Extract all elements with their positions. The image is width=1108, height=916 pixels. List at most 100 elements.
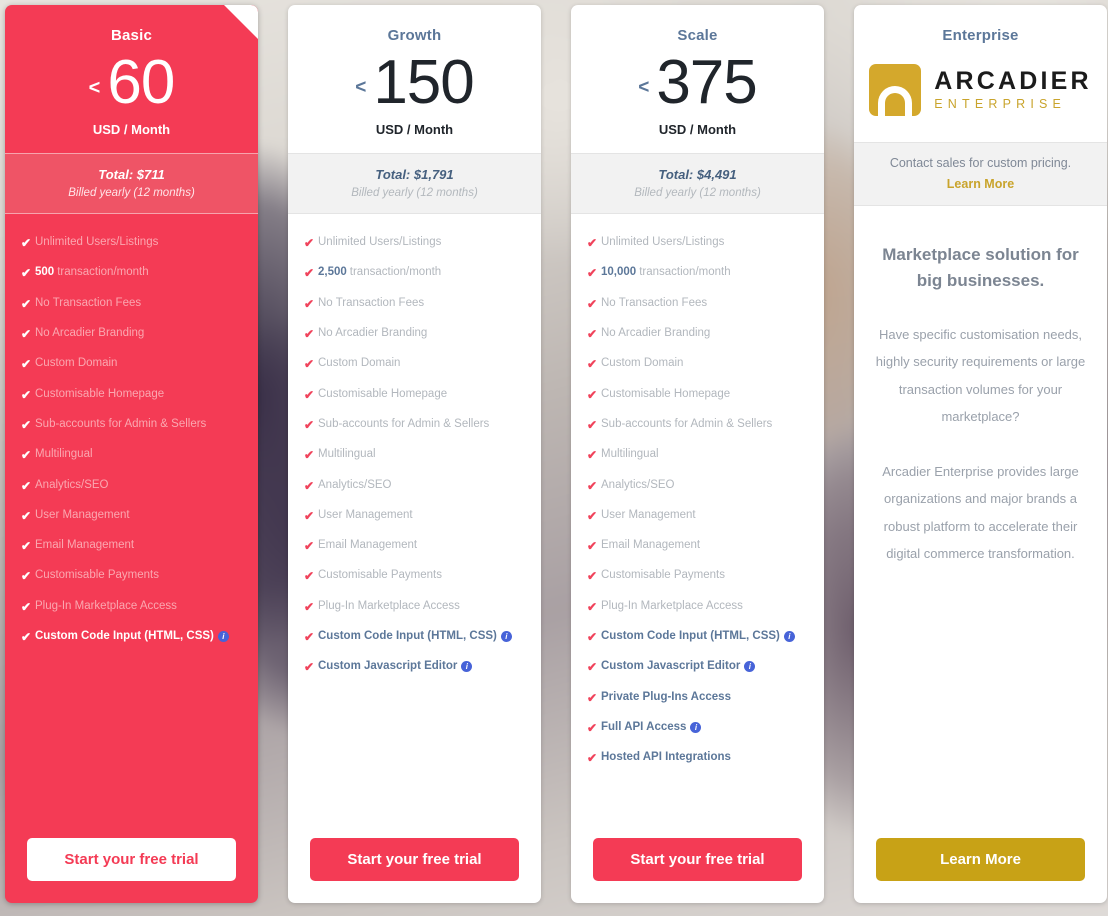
feature-label: Multilingual [35,448,93,461]
feature-label: Unlimited Users/Listings [601,236,725,248]
check-icon: ✔ [304,508,315,523]
feature-label: No Transaction Fees [601,296,708,309]
check-icon: ✔ [304,357,315,372]
feature-label: Custom Javascript Editor [601,660,741,673]
check-icon: ✔ [304,417,315,432]
feature-item: ✔ Email Management [304,539,541,552]
price-unit: USD / Month [375,122,454,137]
feature-item: ✔ Email Management [21,539,258,552]
feature-label: Customisable Payments [318,569,442,582]
start-free-trial-button[interactable]: Start your free trial [27,838,236,881]
info-icon[interactable]: i [690,722,702,733]
check-icon: ✔ [21,569,32,584]
check-icon: ✔ [587,296,598,311]
check-icon: ✔ [587,417,598,432]
info-icon[interactable]: i [783,631,795,643]
feature-label: Unlimited Users/Listings [35,236,159,248]
start-free-trial-button[interactable]: Start your free trial [593,838,802,881]
price-amount: 60 [107,48,175,117]
logo-wordmark: ARCADIER ENTERPRISE [934,68,1092,111]
feature-item: ✔ No Transaction Fees [304,297,541,310]
check-icon: ✔ [587,387,598,402]
card-footer: Learn More [854,838,1107,903]
feature-item: ✔ Unlimited Users/Listings [304,236,541,249]
feature-item: ✔ Custom Code Input (HTML, CSS) i [21,630,258,643]
info-icon[interactable]: i [744,661,756,673]
feature-item: ✔ Custom Javascript Editor i [304,660,541,673]
feature-label: Custom Domain [35,357,118,370]
feature-label: Unlimited Users/Listings [318,236,442,248]
check-icon: ✔ [304,326,315,341]
pricing-card-enterprise[interactable]: Enterprise ARCADIER ENTERPRISE Contact s… [854,5,1107,903]
pricing-card-growth[interactable]: Growth < 150 USD / Month Total: $1,791 B… [288,5,541,903]
pricing-plan-cards: Basic < 60 USD / Month Total: $711 Bille… [0,0,1108,916]
billing-note: Billed yearly (12 months) [68,187,195,199]
feature-label: Custom Javascript Editor [318,660,458,673]
feature-item: ✔ Customisable Payments [21,569,258,582]
feature-label: Custom Code Input (HTML, CSS) [318,630,497,643]
feature-label: No Transaction Fees [318,296,425,309]
plan-header: Scale < 375 USD / Month [571,5,824,153]
feature-item: ✔ Hosted API Integrations [587,751,824,764]
feature-item: ✔ Plug-In Marketplace Access [21,600,258,613]
feature-label: User Management [318,508,413,521]
feature-label: Analytics/SEO [601,478,675,491]
selected-corner-icon [224,5,258,39]
feature-label: Full API Access [601,721,687,733]
feature-label: No Arcadier Branding [601,326,711,339]
plan-header: Enterprise ARCADIER ENTERPRISE [854,5,1107,142]
feature-quota: 500 [35,266,55,279]
feature-list: ✔ Unlimited Users/Listings ✔ 500 transaction… [5,214,258,838]
info-icon[interactable]: i [461,661,473,673]
less-than-symbol: < [88,76,101,99]
check-icon: ✔ [21,296,32,311]
feature-label: Multilingual [601,448,659,461]
check-icon: ✔ [21,508,32,523]
feature-item: ✔ Custom Domain [21,357,258,370]
feature-label: Sub-accounts for Admin & Sellers [35,417,207,430]
check-icon: ✔ [304,599,315,614]
feature-item: ✔ 2,500 transaction/month [304,266,541,279]
feature-label: Customisable Homepage [601,387,731,400]
check-icon: ✔ [304,539,315,554]
check-icon: ✔ [587,448,598,463]
feature-item: ✔ Multilingual [587,448,824,461]
price-row: < 60 [17,50,246,116]
check-icon: ✔ [587,660,598,675]
feature-item: ✔ No Arcadier Branding [587,327,824,340]
check-icon: ✔ [21,417,32,432]
feature-item: ✔ Customisable Homepage [304,388,541,401]
plan-title: Growth [387,27,442,44]
feature-item: ✔ Analytics/SEO [21,479,258,492]
info-icon[interactable]: i [217,631,229,643]
feature-label: Custom Code Input (HTML, CSS) [601,630,780,643]
feature-item: ✔ No Transaction Fees [21,297,258,310]
check-icon: ✔ [21,478,32,493]
plan-header: Basic < 60 USD / Month [5,5,258,153]
feature-label: No Arcadier Branding [35,326,145,339]
info-icon[interactable]: i [500,631,512,643]
check-icon: ✔ [21,599,32,614]
feature-item: ✔ No Arcadier Branding [304,327,541,340]
feature-item: ✔ Multilingual [21,448,258,461]
learn-more-button[interactable]: Learn More [876,838,1085,881]
feature-label: Customisable Payments [35,569,159,582]
pricing-card-basic[interactable]: Basic < 60 USD / Month Total: $711 Bille… [5,5,258,903]
learn-more-link[interactable]: Learn More [864,177,1097,191]
feature-label: Hosted API Integrations [601,751,731,764]
feature-item: ✔ 500 transaction/month [21,266,258,279]
check-icon: ✔ [304,478,315,493]
pricing-card-scale[interactable]: Scale < 375 USD / Month Total: $4,491 Bi… [571,5,824,903]
enterprise-heading: Marketplace solution for big businesses. [882,245,1079,290]
contact-strip: Contact sales for custom pricing. Learn … [854,142,1107,206]
enterprise-paragraph-1: Have specific customisation needs, highl… [875,327,1086,424]
feature-item: ✔ Customisable Payments [304,569,541,582]
check-icon: ✔ [21,326,32,341]
feature-list: ✔ Unlimited Users/Listings ✔ 10,000 transact… [571,214,824,838]
check-icon: ✔ [21,630,32,645]
total-strip: Total: $1,791 Billed yearly (12 months) [288,153,541,214]
feature-item: ✔ Customisable Homepage [587,388,824,401]
logo-primary-word: ARCADIER [934,67,1092,96]
start-free-trial-button[interactable]: Start your free trial [310,838,519,881]
total-amount: Total: $711 [98,167,165,182]
